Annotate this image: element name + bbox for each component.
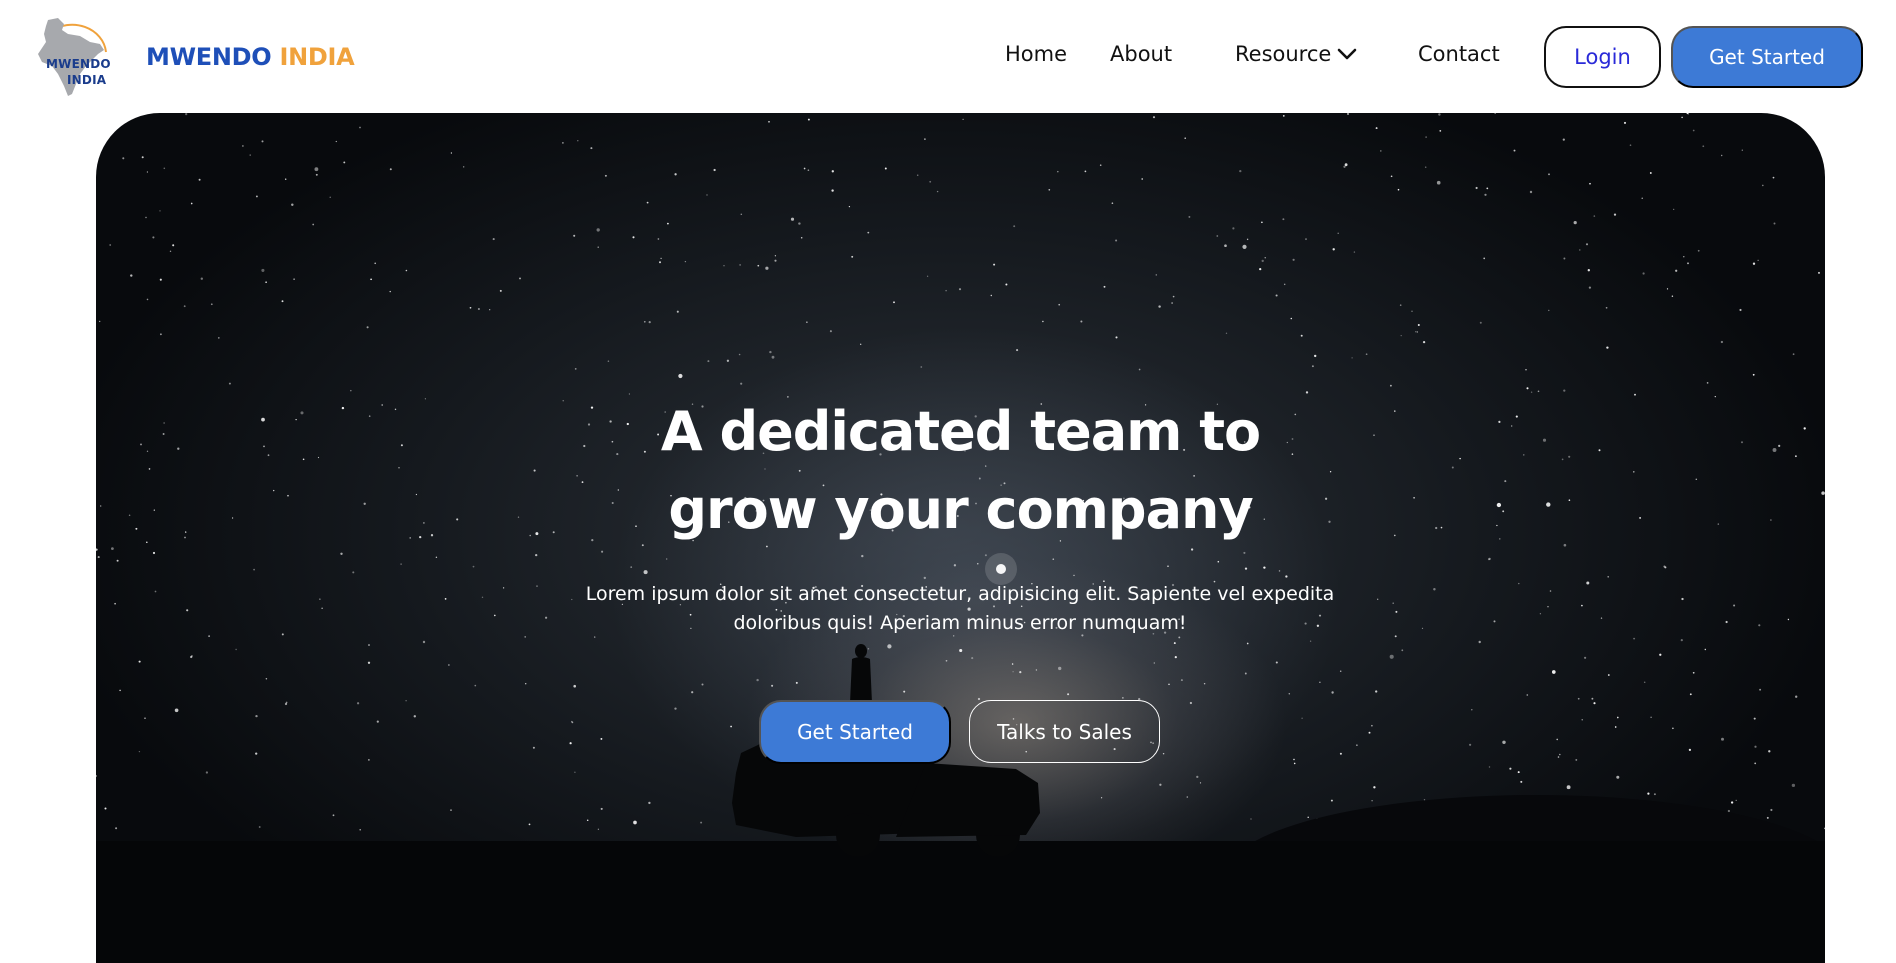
hero-title-line2: grow your company	[668, 478, 1253, 541]
hero-subtitle: Lorem ipsum dolor sit amet consectetur, …	[585, 583, 1335, 634]
hero-content: A dedicated team to grow your company Lo…	[96, 113, 1825, 963]
nav-contact-link[interactable]: Contact	[1418, 42, 1500, 66]
hero-get-started-button[interactable]: Get Started	[759, 700, 951, 764]
hero-section: A dedicated team to grow your company Lo…	[96, 113, 1825, 963]
login-button[interactable]: Login	[1544, 26, 1661, 88]
nav-about-link[interactable]: About	[1110, 42, 1172, 66]
hero-title-line1: A dedicated team to	[660, 400, 1261, 463]
nav-resource-dropdown[interactable]: Resource	[1235, 42, 1357, 66]
chevron-down-icon	[1338, 48, 1357, 60]
nav-home-link[interactable]: Home	[1005, 42, 1067, 66]
navbar: MWENDO INDIA MWENDO INDIA Home About Res…	[0, 0, 1896, 113]
hero-title: A dedicated team to grow your company	[96, 393, 1825, 549]
nav-resource-label: Resource	[1235, 42, 1332, 66]
nav-get-started-button[interactable]: Get Started	[1671, 26, 1863, 88]
hero-talk-to-sales-button[interactable]: Talks to Sales	[969, 700, 1160, 763]
